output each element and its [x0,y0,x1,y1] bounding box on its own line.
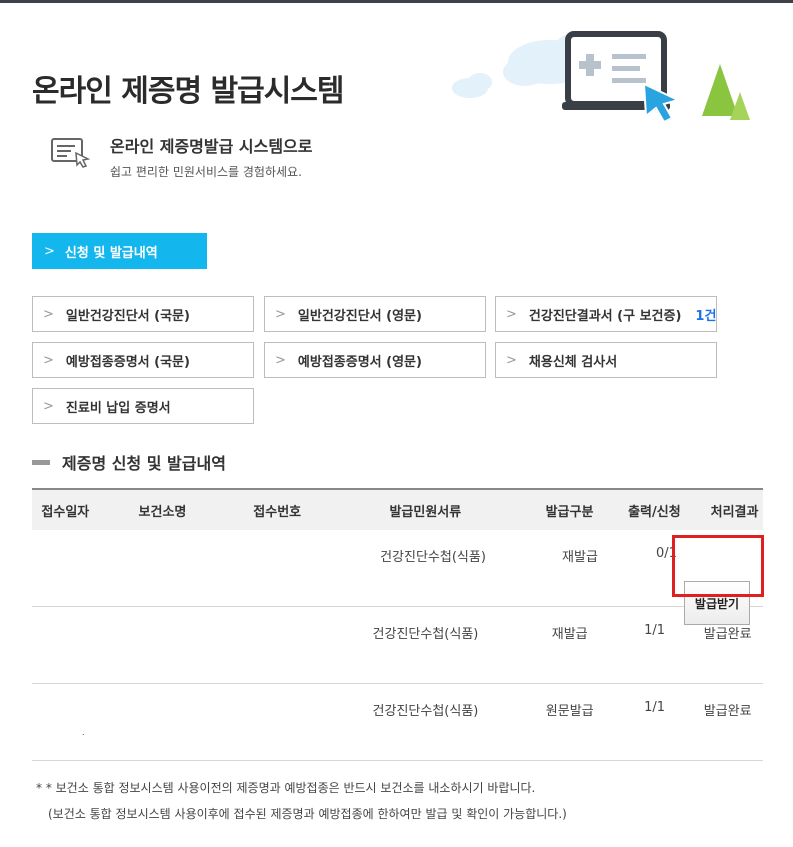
small-cloud-icon [452,73,492,98]
header-type: 발급구분 [545,504,594,520]
cell-print: 1/1 [644,623,666,638]
header-number: 접수번호 [253,504,302,520]
cell-document: 건강진단수첩(식품) [372,704,479,719]
chevron-right-icon: > [506,352,517,368]
header-document: 발급민원서류 [389,504,462,520]
cell-center [100,530,230,546]
history-button[interactable]: > 신청 및 발급내역 [32,233,207,269]
section-bar-icon [32,459,50,465]
cert-button-vaccination-english[interactable]: > 예방접종증명서 (영문) [264,342,486,378]
cert-button-label: 채용신체 검사서 [528,354,618,370]
row-mark: . [82,728,85,737]
cell-number [226,607,328,623]
history-button-label: 신청 및 발급내역 [64,245,158,261]
header-center: 보건소명 [138,504,187,520]
page-title: 온라인 제증명 발급시스템 [32,74,344,109]
cell-type: 재발급 [551,627,588,642]
cell-number [226,684,328,700]
section-title: 제증명 신청 및 발급내역 [32,450,226,474]
table-row: 건강진단수첩(식품) 재발급 1/1 발급완료 [32,607,763,684]
cert-count-badge: 1건 [695,308,717,324]
cell-result: 발급완료 [703,627,752,642]
cert-button-health-result[interactable]: > 건강진단결과서 (구 보건증) 1건 [495,296,717,332]
chevron-right-icon: > [43,352,54,368]
header-result: 처리결과 [710,504,759,520]
chevron-right-icon: > [44,243,55,259]
certificate-pointer-icon [51,138,91,168]
cell-date [32,530,100,546]
table-header: 접수일자 보건소명 접수번호 발급민원서류 발급구분 출력/신청 처리결과 [32,488,763,530]
cell-document: 건강진단수첩(식품) [372,627,479,642]
cert-button-general-health-english[interactable]: > 일반건강진단서 (영문) [264,296,486,332]
intro-heading: 온라인 제증명발급 시스템으로 [110,137,313,156]
chevron-right-icon: > [43,398,54,414]
top-bar [0,0,793,3]
cell-print: 1/1 [644,700,666,715]
cell-number [230,530,334,546]
chevron-right-icon: > [43,306,54,322]
cell-date [32,607,99,623]
cert-button-label: 일반건강진단서 (국문) [65,308,190,324]
cell-date [32,684,99,700]
table-row: 건강진단수첩(식품) 재발급 0/1 발급받기 [32,530,763,625]
cell-result: 발급완료 [703,704,752,719]
issue-button-highlight [672,535,764,597]
cert-button-label: 진료비 납입 증명서 [65,400,171,416]
chevron-right-icon: > [275,352,286,368]
history-table: 접수일자 보건소명 접수번호 발급민원서류 발급구분 출력/신청 처리결과 건강… [32,488,763,761]
chevron-right-icon: > [506,306,517,322]
cert-button-label: 예방접종증명서 (국문) [65,354,190,370]
cell-type: 재발급 [562,550,598,565]
cell-center [99,684,227,700]
header-print: 출력/신청 [628,504,681,520]
table-row: 건강진단수첩(식품) 원문발급 1/1 발급완료 . [32,684,763,761]
section-title-text: 제증명 신청 및 발급내역 [62,454,226,473]
cell-center [99,607,227,623]
intro-subtext: 쉽고 편리한 민원서비스를 경험하세요. [110,165,302,179]
cert-button-label: 예방접종증명서 (영문) [297,354,422,370]
header-date: 접수일자 [41,504,90,520]
cert-button-medical-payment[interactable]: > 진료비 납입 증명서 [32,388,254,424]
cert-button-general-health-korean[interactable]: > 일반건강진단서 (국문) [32,296,254,332]
footnote: * * 보건소 통합 정보시스템 사용이전의 제증명과 예방접종은 반드시 보건… [36,781,536,795]
footnote-sub: (보건소 통합 정보시스템 사용이후에 접수된 제증명과 예방접종에 한하여만 … [48,807,567,821]
cert-button-label: 건강진단결과서 (구 보건증) [528,308,682,324]
header-illustration [452,31,750,124]
chevron-right-icon: > [275,306,286,322]
cert-button-label: 일반건강진단서 (영문) [297,308,422,324]
cell-type: 원문발급 [545,704,594,719]
cell-document: 건강진단수첩(식품) [380,550,486,565]
tree-icon [702,64,750,120]
cert-button-vaccination-korean[interactable]: > 예방접종증명서 (국문) [32,342,254,378]
cert-button-employment-physical[interactable]: > 채용신체 검사서 [495,342,717,378]
